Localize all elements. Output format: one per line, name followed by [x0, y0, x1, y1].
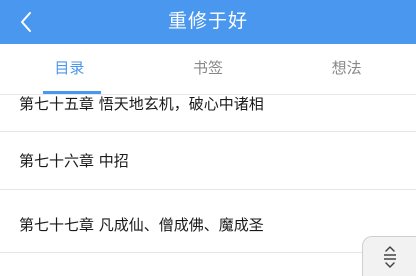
chapter-item[interactable]: 第七十七章 凡成仙、僧成佛、魔成圣: [0, 197, 416, 253]
tab-catalog[interactable]: 目录: [0, 44, 139, 94]
chapter-item[interactable]: 第七十五章 悟天地玄机，破心中诸相: [0, 95, 416, 132]
page-title: 重修于好: [167, 10, 248, 32]
top-bar: 重修于好: [0, 0, 416, 44]
tab-bar: 目录 书签 想法: [0, 44, 416, 95]
fast-scroll-handle[interactable]: [362, 236, 416, 276]
chapter-item[interactable]: 第七十六章 中招: [0, 133, 416, 190]
tab-notes[interactable]: 想法: [277, 44, 416, 94]
tab-bookmarks[interactable]: 书签: [139, 44, 278, 94]
scroll-handle-icon: [383, 245, 396, 268]
chapter-list: 第七十五章 悟天地玄机，破心中诸相 第七十六章 中招 第七十七章 凡成仙、僧成佛…: [0, 95, 416, 276]
